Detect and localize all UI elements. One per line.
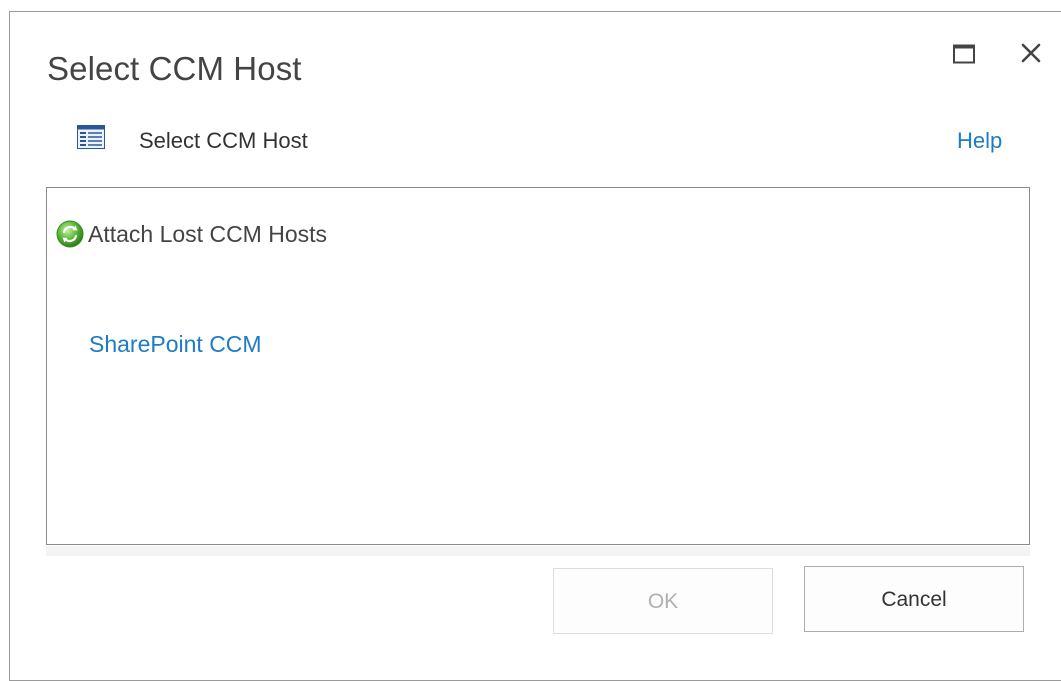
attach-lost-hosts-action[interactable]: Attach Lost CCM Hosts <box>55 219 327 249</box>
page-header-title: Select CCM Host <box>139 128 308 153</box>
dialog-title: Select CCM Host <box>47 50 302 87</box>
close-button[interactable] <box>1020 42 1042 64</box>
help-link[interactable]: Help <box>957 128 1002 154</box>
footer-separator <box>46 546 1030 556</box>
host-list-panel: Attach Lost CCM Hosts SharePoint CCM <box>46 187 1030 545</box>
close-icon <box>1021 43 1041 63</box>
ok-button[interactable]: OK <box>553 568 773 634</box>
maximize-icon <box>953 44 975 64</box>
refresh-globe-icon <box>56 220 84 248</box>
attach-lost-hosts-label: Attach Lost CCM Hosts <box>88 220 328 247</box>
cancel-button[interactable]: Cancel <box>804 566 1024 632</box>
maximize-button[interactable] <box>953 44 975 64</box>
host-link-sharepoint-ccm[interactable]: SharePoint CCM <box>89 331 262 358</box>
list-page-icon <box>77 125 105 149</box>
